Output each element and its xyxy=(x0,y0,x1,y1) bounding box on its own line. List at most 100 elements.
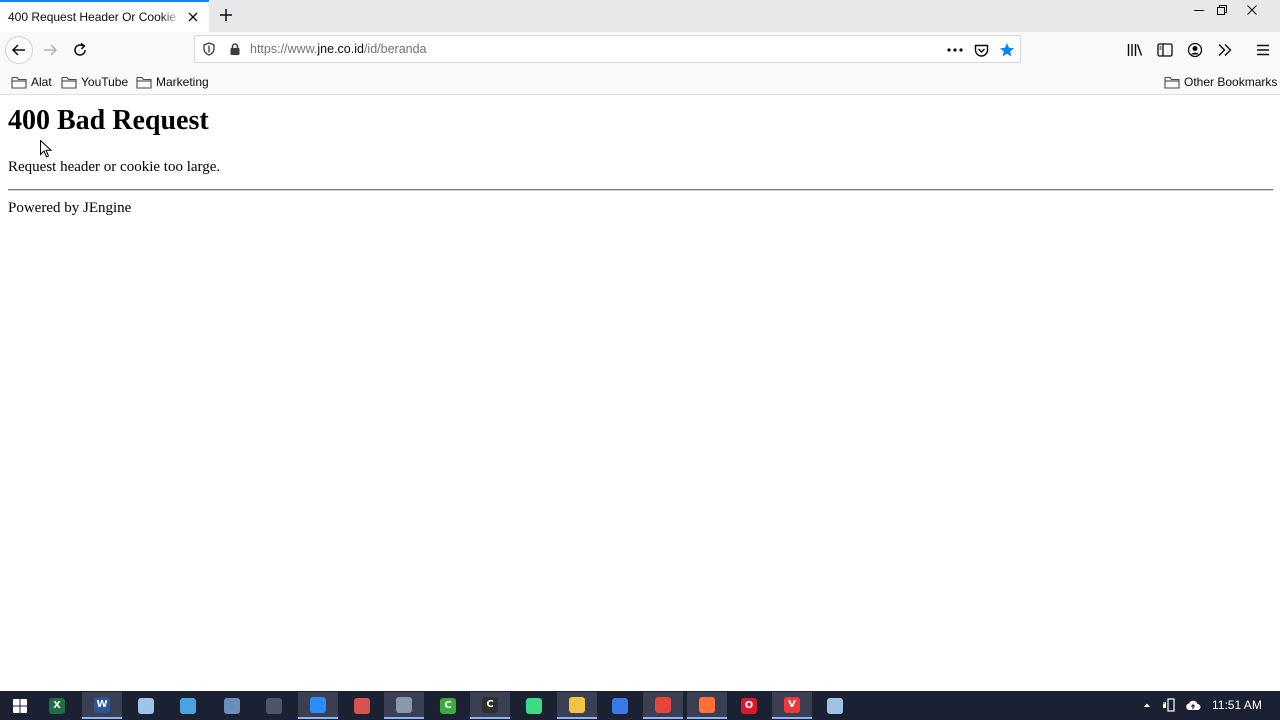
page-actions-button[interactable] xyxy=(945,40,965,60)
system-clock[interactable]: 11:51 AM xyxy=(1212,698,1262,712)
chromium-icon xyxy=(612,697,628,714)
vivaldi-icon: V xyxy=(784,696,800,713)
reload-button[interactable] xyxy=(66,36,94,64)
battery-plug-icon xyxy=(1163,698,1175,712)
taskbar-app-button[interactable] xyxy=(643,692,683,719)
close-icon xyxy=(188,12,198,22)
account-button[interactable] xyxy=(1184,39,1206,61)
taskbar-app-button[interactable] xyxy=(557,692,597,719)
taskbar-app-button[interactable] xyxy=(514,692,554,719)
onedrive-button[interactable] xyxy=(1184,697,1202,713)
folder-icon xyxy=(136,76,152,89)
pocket-icon xyxy=(974,44,988,57)
error-message: Request header or cookie too large. xyxy=(8,159,221,175)
taskbar: X W C C O V 11:51 AM xyxy=(0,691,1280,720)
shield-icon xyxy=(203,42,215,56)
url-prefix: https://www. xyxy=(250,42,318,56)
menu-button[interactable] xyxy=(1252,39,1274,61)
tools-icon xyxy=(396,696,412,713)
power-status-button[interactable] xyxy=(1161,697,1179,713)
arrow-right-icon xyxy=(44,44,58,56)
address-bar[interactable]: https://www.jne.co.id/id/beranda xyxy=(194,35,1021,63)
url-path: /id/beranda xyxy=(363,42,427,56)
tab-active[interactable]: 400 Request Header Or Cookie Too Large xyxy=(0,0,209,32)
bookmark-label: YouTube xyxy=(81,75,129,89)
tab-title: 400 Request Header Or Cookie Too Large xyxy=(8,10,182,24)
window-close-button[interactable] xyxy=(1238,0,1266,20)
video-editor-icon xyxy=(266,697,282,714)
remote-desktop-icon xyxy=(180,697,196,714)
site-security-icon[interactable] xyxy=(228,42,242,61)
hamburger-icon xyxy=(1257,44,1269,56)
bookmark-label: Alat xyxy=(31,75,52,89)
bookmark-folder-alat[interactable]: Alat xyxy=(11,73,52,91)
paint-icon xyxy=(354,697,370,714)
more-horizontal-icon xyxy=(947,48,963,52)
bookmark-folder-marketing[interactable]: Marketing xyxy=(136,73,209,91)
server-signature: Powered by JEngine xyxy=(8,200,132,216)
folder-icon xyxy=(61,76,77,89)
taskbar-app-button[interactable] xyxy=(342,692,382,719)
minimize-icon xyxy=(1194,10,1204,11)
library-icon xyxy=(1127,44,1143,56)
chrome-icon xyxy=(655,696,671,713)
taskbar-app-button[interactable]: O xyxy=(729,692,769,719)
excel-icon: X xyxy=(49,697,65,714)
taskbar-app-button[interactable]: V xyxy=(772,692,812,719)
taskbar-app-button[interactable] xyxy=(600,692,640,719)
notepad-icon xyxy=(138,697,154,714)
bookmark-label: Other Bookmarks xyxy=(1184,75,1278,89)
url-text[interactable]: https://www.jne.co.id/id/beranda xyxy=(250,42,427,56)
cloud-upload-icon xyxy=(1186,700,1201,710)
word-icon: W xyxy=(94,696,110,713)
windows-logo-icon xyxy=(13,698,27,713)
back-button[interactable] xyxy=(5,36,33,64)
folder-icon xyxy=(11,76,27,89)
bookmark-star-button[interactable] xyxy=(997,40,1017,60)
restore-button[interactable] xyxy=(1208,0,1236,20)
taskbar-app-button[interactable] xyxy=(815,692,855,719)
navigation-toolbar: https://www.jne.co.id/id/beranda xyxy=(0,32,1280,68)
divider xyxy=(8,189,1273,191)
taskbar-app-button[interactable] xyxy=(298,692,338,719)
zoom-icon xyxy=(310,696,326,713)
pocket-button[interactable] xyxy=(971,40,991,60)
taskbar-app-button[interactable] xyxy=(254,692,294,719)
firefox-icon xyxy=(699,696,715,713)
reload-icon xyxy=(74,42,86,56)
arrow-left-icon xyxy=(11,44,25,56)
tracking-protection-icon[interactable] xyxy=(202,42,216,61)
plus-icon xyxy=(220,9,232,21)
more-tools-button[interactable] xyxy=(1214,39,1236,61)
tab-close-button[interactable] xyxy=(185,9,201,25)
taskbar-app-button[interactable]: C xyxy=(428,692,468,719)
new-tab-button[interactable] xyxy=(216,5,236,25)
taskbar-app-button[interactable] xyxy=(687,692,727,719)
folder-icon xyxy=(1164,76,1180,89)
other-bookmarks-folder[interactable]: Other Bookmarks xyxy=(1164,73,1277,91)
page-content: 400 Bad Request Request header or cookie… xyxy=(0,96,1280,691)
taskbar-app-button[interactable]: X xyxy=(37,692,77,719)
show-hidden-icons-button[interactable] xyxy=(1140,697,1154,713)
taskbar-app-button[interactable]: W xyxy=(82,692,122,719)
library-button[interactable] xyxy=(1124,39,1146,61)
sidebar-button[interactable] xyxy=(1154,39,1176,61)
forward-button[interactable] xyxy=(36,36,64,64)
close-icon xyxy=(1247,5,1257,15)
lock-icon xyxy=(230,43,240,55)
account-icon xyxy=(1187,42,1203,58)
page-title: 400 Bad Request xyxy=(8,105,209,136)
taskbar-app-button[interactable]: C xyxy=(470,692,510,719)
file-explorer-icon xyxy=(569,696,585,713)
start-button[interactable] xyxy=(0,692,40,719)
taskbar-app-button[interactable] xyxy=(212,692,252,719)
chevron-up-icon xyxy=(1144,703,1150,707)
bookmark-folder-youtube[interactable]: YouTube xyxy=(61,73,128,91)
taskbar-app-button[interactable] xyxy=(168,692,208,719)
taskbar-app-button[interactable] xyxy=(126,692,166,719)
network-icon xyxy=(224,697,240,714)
taskbar-app-button[interactable] xyxy=(384,692,424,719)
bookmark-label: Marketing xyxy=(156,75,209,89)
android-icon xyxy=(526,697,542,714)
opera-icon: O xyxy=(741,697,757,714)
